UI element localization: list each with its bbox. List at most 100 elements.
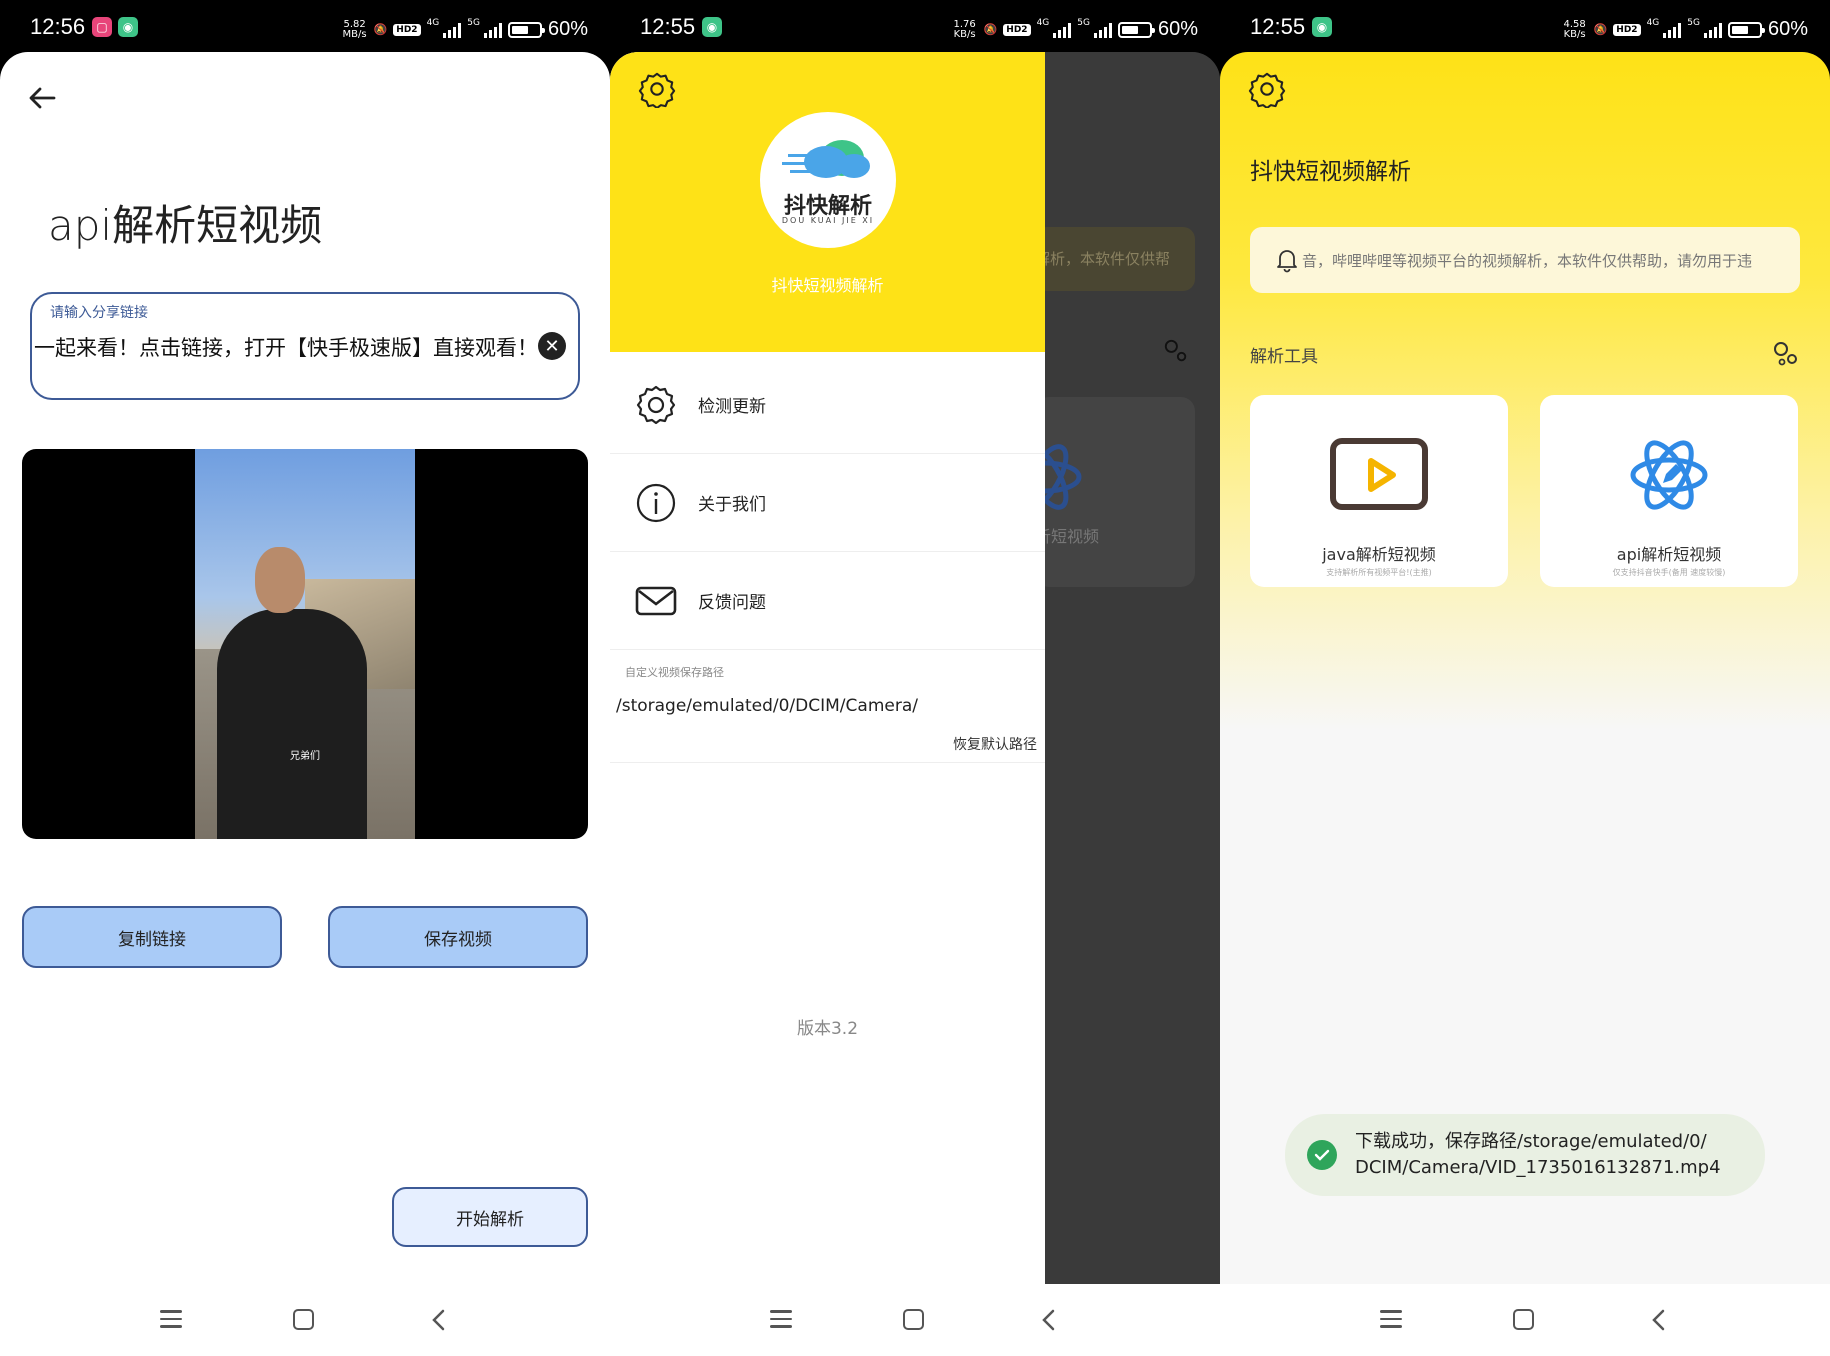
back-nav-icon[interactable]	[428, 1308, 450, 1332]
tools-icon[interactable]	[1772, 340, 1800, 368]
mute-icon: 🔕	[373, 23, 388, 36]
divider	[610, 762, 1045, 763]
status-time: 12:55	[1250, 14, 1306, 39]
menu-about-us[interactable]: 关于我们	[610, 454, 1045, 552]
drawer-header: 抖快解析 DOU KUAI JIE XI 抖快短视频解析	[610, 52, 1045, 352]
home-icon[interactable]	[1513, 1309, 1534, 1330]
status-bar: 12:55 ◉ 4.58 KB/s 🔕 HD2 4G 5G 60%	[1220, 0, 1830, 52]
download-success-toast: 下载成功，保存路径/storage/emulated/0/ DCIM/Camer…	[1285, 1114, 1765, 1196]
panel-api-parse: 12:56 ▢ ◉ 5.82 MB/s 🔕 HD2 4G 5G 60% api解…	[0, 0, 610, 1356]
battery-percent: 60%	[1767, 18, 1808, 40]
cloud-logo-icon	[782, 140, 870, 178]
mute-icon: 🔕	[1593, 23, 1608, 36]
system-nav-bar	[1220, 1284, 1830, 1356]
tool-label: api解析短视频	[1616, 545, 1722, 564]
bilibili-app-icon: ▢	[92, 17, 112, 37]
battery-icon	[507, 21, 545, 38]
check-icon	[1307, 1140, 1337, 1170]
system-nav-bar	[0, 1284, 610, 1356]
tool-label: java解析短视频	[1322, 545, 1436, 564]
drawer-app-name: 抖快短视频解析	[771, 276, 884, 295]
menu-label: 检测更新	[698, 397, 766, 417]
share-link-label: 请输入分享链接	[50, 305, 148, 321]
recents-icon[interactable]	[160, 1310, 182, 1328]
tools-icon	[1164, 339, 1187, 362]
signal-icon	[1663, 22, 1682, 38]
battery-icon	[1727, 21, 1765, 38]
back-arrow-icon[interactable]	[26, 82, 58, 114]
recents-icon[interactable]	[770, 1310, 792, 1328]
signal-icon	[483, 22, 502, 38]
side-drawer: 抖快解析 DOU KUAI JIE XI 抖快短视频解析 检测更新 关于我们 反…	[610, 52, 1045, 1284]
page-title: api解析短视频	[48, 201, 323, 250]
version-text: 版本3.2	[796, 1019, 859, 1039]
video-subtitle: 兄弟们	[290, 751, 320, 762]
dimmed-notice: 解析，本软件仅供帮	[1035, 227, 1195, 291]
hd-icon: HD2	[1613, 23, 1641, 36]
menu-feedback[interactable]: 反馈问题	[610, 552, 1045, 650]
battery-percent: 60%	[547, 18, 588, 40]
signal-icon	[1093, 22, 1112, 38]
network-speed: 4.58 KB/s	[1563, 18, 1586, 40]
save-video-button[interactable]: 保存视频	[328, 906, 588, 968]
section-title: 解析工具	[1250, 347, 1318, 367]
recents-icon[interactable]	[1380, 1310, 1402, 1328]
home-icon[interactable]	[293, 1309, 314, 1330]
mute-icon: 🔕	[983, 23, 998, 36]
battery-icon	[1117, 21, 1155, 38]
tool-sublabel: 仅支持抖音快手(备用 速度较慢)	[1612, 568, 1726, 577]
panel-home: 12:55 ◉ 4.58 KB/s 🔕 HD2 4G 5G 60% 抖快短视频解…	[1220, 0, 1830, 1356]
network-speed: 5.82 MB/s	[342, 18, 367, 40]
back-nav-icon[interactable]	[1648, 1308, 1670, 1332]
app-notification-icon: ◉	[118, 17, 138, 37]
toast-message: 下载成功，保存路径/storage/emulated/0/ DCIM/Camer…	[1355, 1131, 1721, 1178]
menu-check-update[interactable]: 检测更新	[610, 356, 1045, 454]
notice-text: 音，哔哩哔哩等视频平台的视频解析，本软件仅供帮助，请勿用于违	[1302, 251, 1753, 270]
video-thumbnail: 兄弟们	[195, 449, 415, 839]
save-path-label: 自定义视频保存路径	[625, 666, 724, 679]
system-nav-bar	[610, 1284, 1220, 1356]
mail-icon	[635, 586, 677, 615]
back-nav-icon[interactable]	[1038, 1308, 1060, 1332]
bell-icon	[1277, 250, 1297, 273]
logo-subtext: DOU KUAI JIE XI	[781, 216, 875, 225]
menu-label: 反馈问题	[698, 593, 766, 613]
signal-icon	[443, 22, 462, 38]
clear-icon[interactable]: ✕	[538, 332, 566, 360]
app-notification-icon: ◉	[702, 17, 722, 37]
settings-gear-icon[interactable]	[1248, 70, 1286, 108]
status-bar: 12:55 ◉ 1.76 KB/s 🔕 HD2 4G 5G 60%	[610, 0, 1220, 52]
tool-sublabel: 支持解析所有视频平台!(主推)	[1326, 568, 1432, 577]
app-notification-icon: ◉	[1312, 17, 1332, 37]
app-logo: 抖快解析 DOU KUAI JIE XI	[760, 112, 896, 248]
copy-link-button[interactable]: 复制链接	[22, 906, 282, 968]
share-link-input[interactable]: 请输入分享链接 一起来看！点击链接，打开【快手极速版】直接观看！ ✕	[30, 292, 580, 400]
hd-icon: HD2	[1003, 23, 1031, 36]
settings-gear-icon[interactable]	[638, 70, 676, 108]
signal-icon	[1053, 22, 1072, 38]
gear-icon	[636, 385, 676, 424]
start-parse-button[interactable]: 开始解析	[392, 1187, 588, 1247]
network-speed: 1.76 KB/s	[953, 18, 976, 40]
status-bar: 12:56 ▢ ◉ 5.82 MB/s 🔕 HD2 4G 5G 60%	[0, 0, 610, 52]
dimmed-tool-card: 析短视频	[1008, 397, 1195, 587]
atom-icon	[1630, 440, 1708, 510]
api-parse-card[interactable]: api解析短视频 仅支持抖音快手(备用 速度较慢)	[1540, 395, 1798, 587]
battery-percent: 60%	[1157, 18, 1198, 40]
home-icon[interactable]	[903, 1309, 924, 1330]
hd-icon: HD2	[393, 23, 421, 36]
notice-banner: 音，哔哩哔哩等视频平台的视频解析，本软件仅供帮助，请勿用于违	[1250, 227, 1800, 293]
signal-icon	[1703, 22, 1722, 38]
video-player[interactable]: 兄弟们	[22, 449, 588, 839]
menu-label: 关于我们	[698, 495, 766, 515]
share-link-value[interactable]: 一起来看！点击链接，打开【快手极速版】直接观看！	[34, 332, 544, 362]
info-icon	[636, 483, 676, 522]
save-path-input[interactable]: /storage/emulated/0/DCIM/Camera/	[616, 696, 918, 716]
video-play-icon	[1330, 438, 1428, 510]
status-time: 12:56	[30, 14, 86, 39]
java-parse-card[interactable]: java解析短视频 支持解析所有视频平台!(主推)	[1250, 395, 1508, 587]
panel-drawer: 12:55 ◉ 1.76 KB/s 🔕 HD2 4G 5G 60% 解析，本软件…	[610, 0, 1220, 1356]
status-time: 12:55	[640, 14, 696, 39]
app-title: 抖快短视频解析	[1250, 159, 1411, 185]
reset-path-button[interactable]: 恢复默认路径	[953, 734, 1037, 754]
